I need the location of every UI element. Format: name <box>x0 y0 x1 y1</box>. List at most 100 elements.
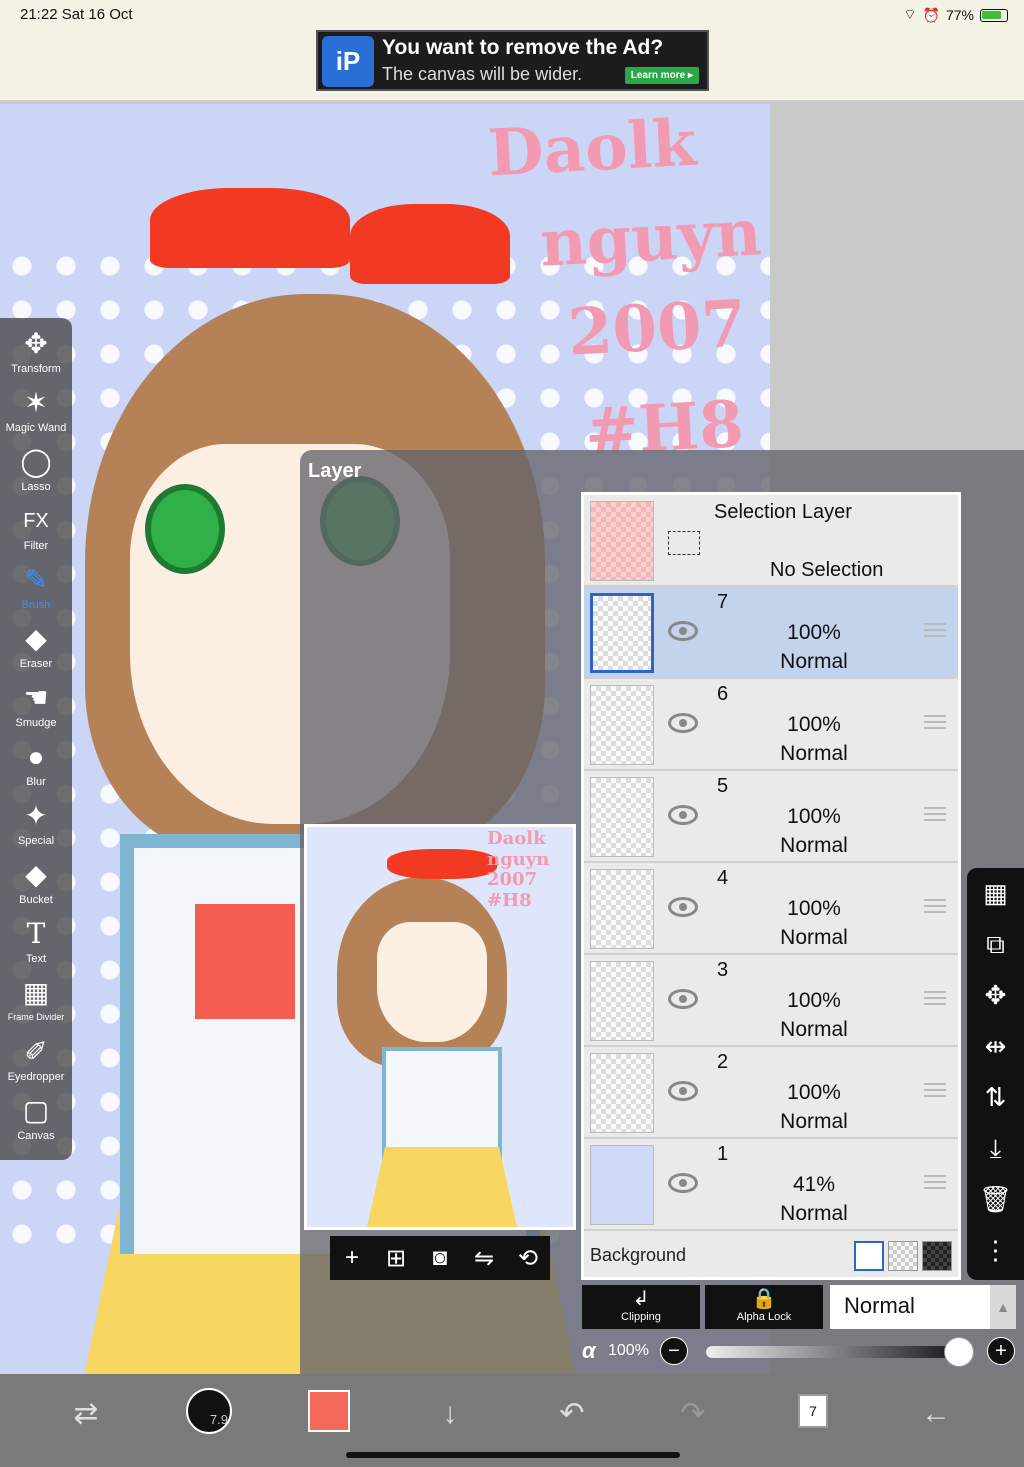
layer-number: 7 <box>717 591 729 613</box>
delete-layer-button[interactable]: 🗑 <box>967 1174 1024 1225</box>
background-checker-swatch[interactable] <box>888 1241 918 1271</box>
layer-row-6[interactable]: 6 100% Normal <box>584 679 958 771</box>
layer-opacity: 41% <box>792 1173 836 1196</box>
move-button[interactable]: ✥ <box>967 970 1024 1021</box>
layer-list: Selection Layer No Selection 7 100% Norm… <box>581 492 961 1280</box>
tool-brush[interactable]: ✎ Brush <box>0 562 72 620</box>
tool-label: Magic Wand <box>5 422 67 434</box>
clipping-button[interactable]: ↲ Clipping <box>582 1285 700 1329</box>
status-bar: 21:22 Sat 16 Oct ⌔ ⏰ 77% iP You want to … <box>0 0 1024 102</box>
undo-icon[interactable]: ↶ <box>544 1390 600 1438</box>
artwork-bow-right <box>350 204 510 284</box>
drag-handle-icon[interactable] <box>924 1175 946 1189</box>
preview-signature-line: 2007 <box>487 869 538 891</box>
blend-mode-select[interactable]: Normal ▲ <box>830 1285 1016 1329</box>
tool-magic-wand[interactable]: ✶ Magic Wand <box>0 385 72 443</box>
lasso-icon: ◯ <box>20 446 52 477</box>
background-white-swatch[interactable] <box>854 1241 884 1271</box>
opacity-control: α 100% − + <box>582 1336 1018 1368</box>
layer-row-5[interactable]: 5 100% Normal <box>584 771 958 863</box>
tool-lasso[interactable]: ◯ Lasso <box>0 444 72 502</box>
layer-row-2[interactable]: 2 100% Normal <box>584 1047 958 1139</box>
add-raster-layer-button[interactable]: ⊞ <box>376 1244 416 1273</box>
layer-row-3[interactable]: 3 100% Normal <box>584 955 958 1047</box>
visibility-eye-icon[interactable] <box>668 989 698 1009</box>
drag-handle-icon[interactable] <box>924 715 946 729</box>
opacity-decrease-button[interactable]: − <box>660 1337 688 1365</box>
add-layer-button[interactable]: + <box>332 1244 372 1272</box>
tool-text[interactable]: T Text <box>0 916 72 974</box>
flip-vertical-button[interactable]: ⇅ <box>967 1072 1024 1123</box>
visibility-eye-icon[interactable] <box>668 805 698 825</box>
tool-eraser[interactable]: ◆ Eraser <box>0 621 72 679</box>
layer-row-4[interactable]: 4 100% Normal <box>584 863 958 955</box>
opacity-slider-knob[interactable] <box>944 1337 974 1367</box>
tool-blur[interactable]: ● Blur <box>0 739 72 797</box>
layer-blend-mode: Normal <box>780 1110 848 1133</box>
tool-bucket[interactable]: ◆ Bucket <box>0 857 72 915</box>
merge-down-button[interactable]: ⤓ <box>967 1123 1024 1174</box>
checker-button[interactable]: ▦ <box>967 868 1024 919</box>
brush-size-button[interactable]: 7.9 <box>186 1388 232 1434</box>
alpha-lock-button[interactable]: 🔒 Alpha Lock <box>705 1285 823 1329</box>
tool-frame-divider[interactable]: ▦ Frame Divider <box>0 975 72 1033</box>
layer-row-7[interactable]: 7 100% Normal <box>584 587 958 679</box>
visibility-eye-icon[interactable] <box>668 713 698 733</box>
layers-button[interactable]: 7 <box>798 1394 828 1428</box>
signature-line-2: nguyn <box>538 195 764 282</box>
tool-label: Transform <box>11 363 61 375</box>
flip-horizontal-button[interactable]: ⇹ <box>967 1021 1024 1072</box>
camera-button[interactable]: ◙ <box>420 1244 460 1272</box>
background-dark-swatch[interactable] <box>922 1241 952 1271</box>
tool-label: Eraser <box>19 658 53 670</box>
drag-handle-icon[interactable] <box>924 807 946 821</box>
visibility-eye-icon[interactable] <box>668 1173 698 1193</box>
drag-handle-icon[interactable] <box>924 899 946 913</box>
drag-handle-icon[interactable] <box>924 623 946 637</box>
ad-banner[interactable]: iP You want to remove the Ad? The canvas… <box>316 30 709 91</box>
tool-label: Special <box>17 835 55 847</box>
preview-signature-line: nguyn <box>487 848 550 870</box>
layer-panel-title: Layer <box>308 460 362 482</box>
color-swatch-button[interactable] <box>308 1390 350 1432</box>
visibility-eye-icon[interactable] <box>668 897 698 917</box>
layer-blend-mode: Normal <box>780 834 848 857</box>
flip-button[interactable]: ⇋ <box>464 1244 504 1273</box>
quick-menu-icon[interactable]: ⇄ <box>58 1390 114 1438</box>
layer-preview: Daolk nguyn 2007 #H8 <box>304 824 576 1230</box>
drag-handle-icon[interactable] <box>924 1083 946 1097</box>
tool-special[interactable]: ✦ Special <box>0 798 72 856</box>
layer-row-1[interactable]: 1 41% Normal <box>584 1139 958 1231</box>
home-indicator <box>346 1452 680 1458</box>
background-label: Background <box>590 1245 687 1265</box>
transform-icon: ✥ <box>24 328 48 359</box>
selection-layer-row[interactable]: Selection Layer No Selection <box>584 495 958 587</box>
layer-thumbnail <box>590 961 654 1041</box>
learn-more-button[interactable]: Learn more ▸ <box>624 67 699 84</box>
tool-palette: ✥ Transform ✶ Magic Wand ◯ Lasso FX Filter ✎… <box>0 318 72 1160</box>
drag-handle-icon[interactable] <box>924 991 946 1005</box>
back-arrow-icon[interactable]: ← <box>908 1390 964 1438</box>
arrow-down-icon[interactable]: ↓ <box>422 1390 478 1438</box>
alarm-icon: ⏰ <box>922 6 940 23</box>
tool-smudge[interactable]: ☚ Smudge <box>0 680 72 738</box>
rotate-button[interactable]: ⟲ <box>508 1244 548 1273</box>
tool-eyedropper[interactable]: ✐ Eyedropper <box>0 1034 72 1092</box>
opacity-increase-button[interactable]: + <box>987 1337 1015 1365</box>
tool-canvas[interactable]: ▢ Canvas <box>0 1093 72 1151</box>
layer-transform-button[interactable]: ⧉ <box>967 919 1024 970</box>
layer-opacity: 100% <box>787 713 841 736</box>
canvas-icon: ▢ <box>22 1095 50 1126</box>
layer-number: 2 <box>717 1051 729 1073</box>
tool-transform[interactable]: ✥ Transform <box>0 326 72 384</box>
tool-filter[interactable]: FX Filter <box>0 503 72 561</box>
tool-label: Frame Divider <box>7 1012 65 1022</box>
more-button[interactable]: ⋮ <box>967 1225 1024 1276</box>
opacity-slider[interactable] <box>706 1346 968 1358</box>
artwork-ribbon <box>195 904 295 1019</box>
visibility-eye-icon[interactable] <box>668 1081 698 1101</box>
preview-face <box>377 922 487 1042</box>
visibility-eye-icon[interactable] <box>668 621 698 641</box>
tool-label: Lasso <box>21 481 51 493</box>
redo-icon[interactable]: ↷ <box>665 1390 721 1438</box>
